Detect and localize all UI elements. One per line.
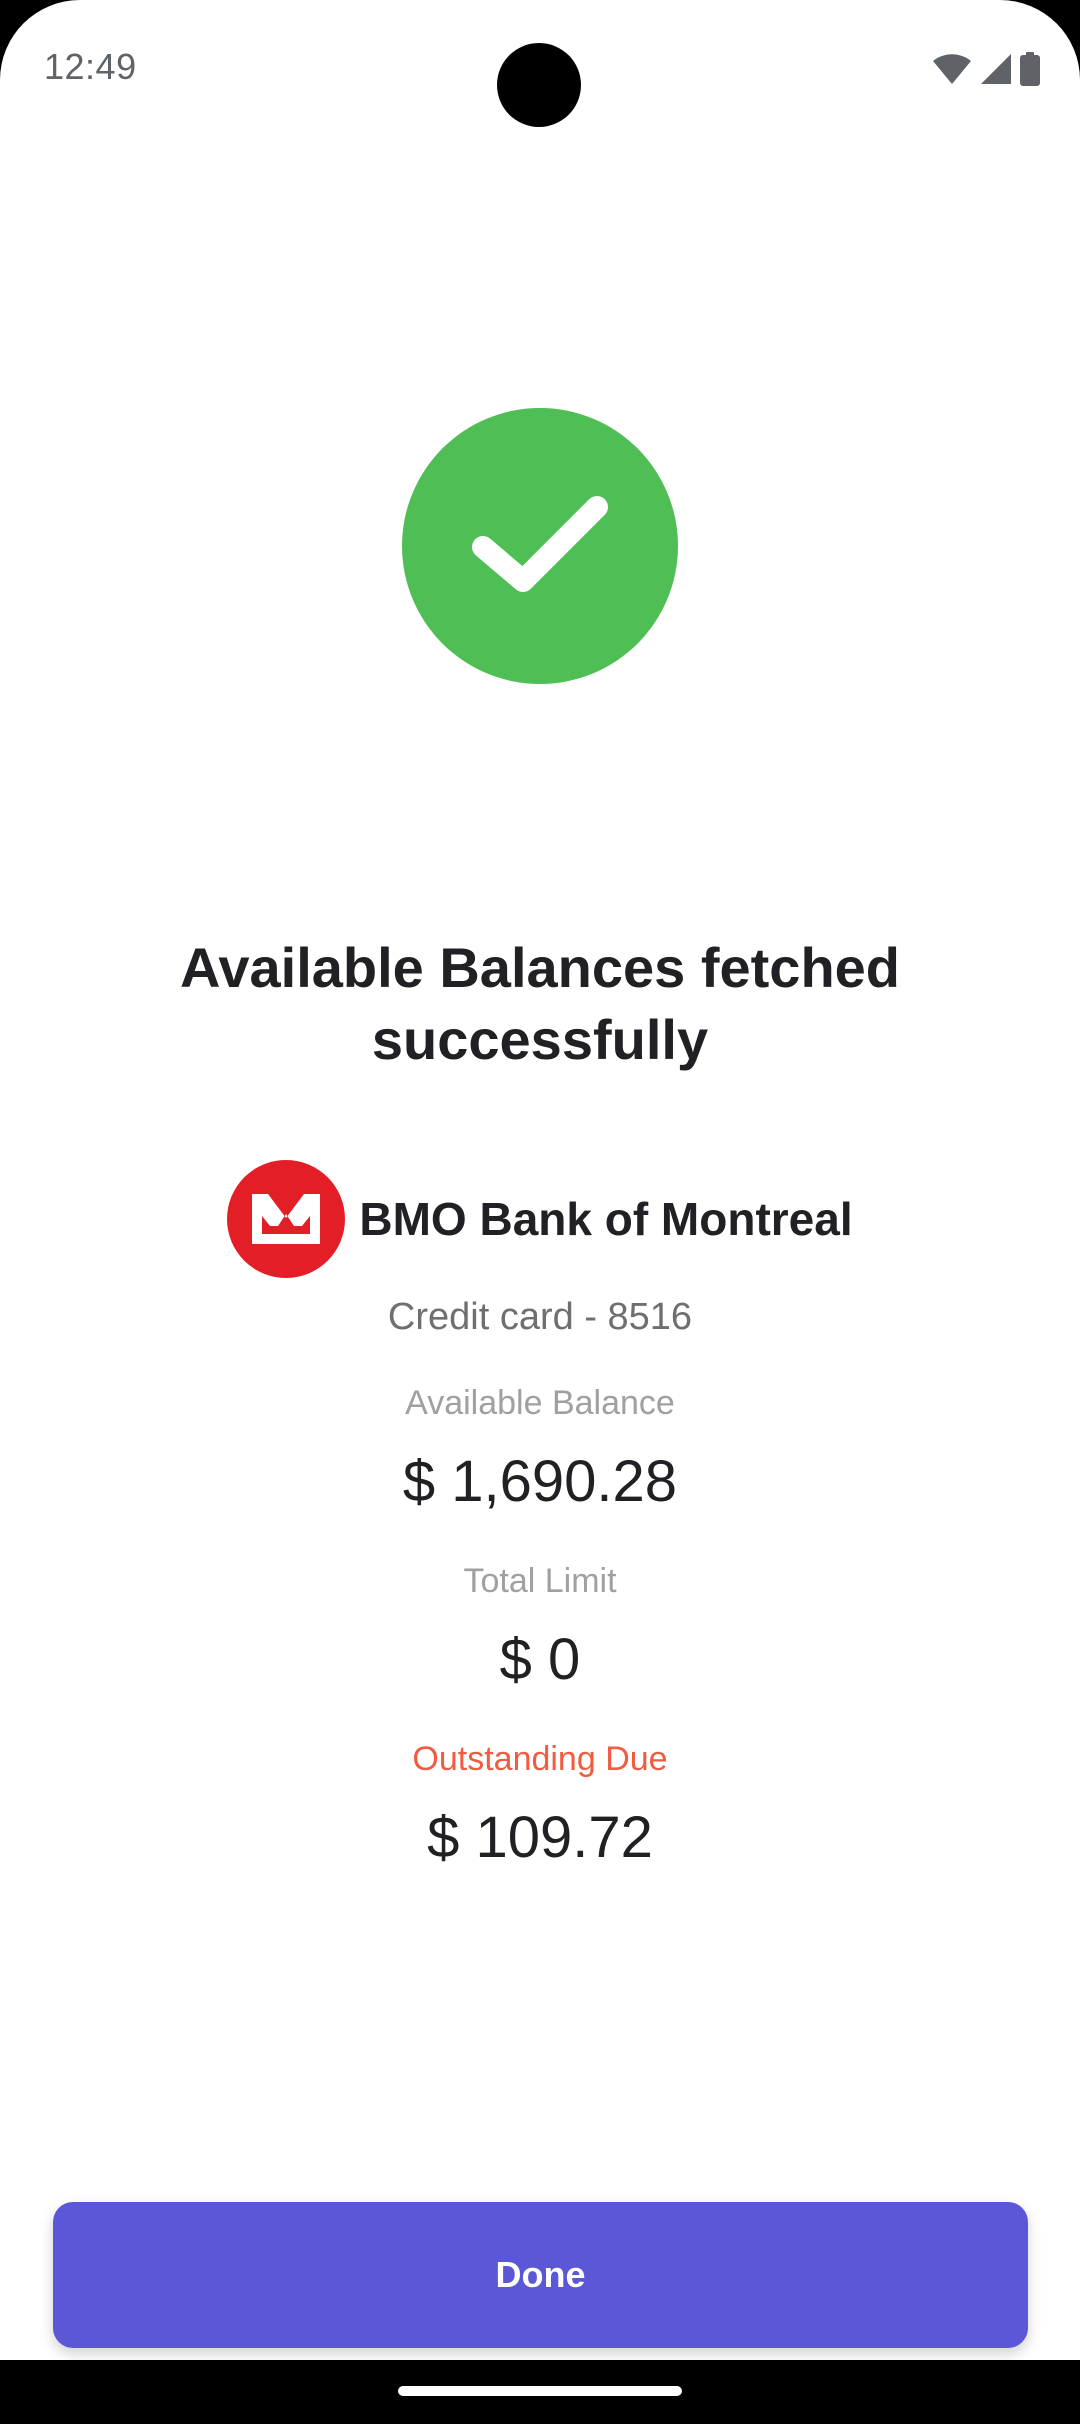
total-limit-label: Total Limit	[463, 1562, 617, 1600]
available-balance-value: $ 1,690.28	[402, 1449, 678, 1514]
gesture-handle[interactable]	[398, 2386, 682, 2396]
available-balance-label: Available Balance	[405, 1384, 675, 1422]
outstanding-due-label: Outstanding Due	[412, 1740, 668, 1778]
page-title: Available Balances fetched successfully	[179, 936, 900, 1071]
account-label: Credit card - 8516	[387, 1296, 693, 1338]
success-badge	[402, 408, 678, 684]
bmo-logo-icon	[227, 1160, 346, 1278]
status-time: 12:49	[44, 46, 137, 87]
bank-header: BMO Bank of Montreal	[0, 1160, 1080, 1278]
wifi-icon	[932, 53, 972, 85]
done-button[interactable]: Done	[53, 2202, 1028, 2348]
camera-cutout	[497, 43, 581, 127]
battery-icon	[1020, 52, 1040, 86]
check-icon	[465, 489, 615, 604]
total-limit-value: $ 0	[499, 1627, 581, 1692]
status-icons	[932, 52, 1040, 86]
signal-icon	[980, 53, 1012, 85]
outstanding-due-value: $ 109.72	[427, 1805, 653, 1870]
bank-name: BMO Bank of Montreal	[359, 1193, 853, 1245]
app-screen: 12:49 Available Balances fetched success…	[0, 0, 1080, 2360]
